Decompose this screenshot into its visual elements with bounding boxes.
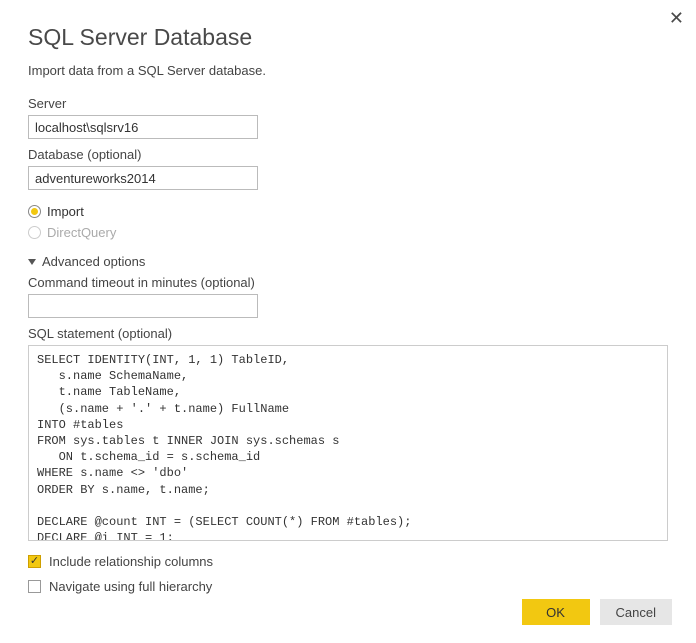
server-label: Server <box>28 96 668 111</box>
close-icon[interactable]: ✕ <box>669 8 684 29</box>
sql-statement-label: SQL statement (optional) <box>28 326 668 341</box>
timeout-label: Command timeout in minutes (optional) <box>28 275 668 290</box>
directquery-radio-label: DirectQuery <box>47 225 116 240</box>
ok-button[interactable]: OK <box>522 599 590 625</box>
directquery-radio[interactable]: DirectQuery <box>28 225 668 240</box>
cancel-button[interactable]: Cancel <box>600 599 672 625</box>
advanced-options-label: Advanced options <box>42 254 145 269</box>
connectivity-mode-group: Import DirectQuery <box>28 204 668 240</box>
import-radio-label: Import <box>47 204 84 219</box>
sql-statement-input[interactable] <box>28 345 668 541</box>
sql-server-dialog: ✕ SQL Server Database Import data from a… <box>0 0 696 618</box>
radio-unselected-icon <box>28 226 41 239</box>
timeout-input[interactable] <box>28 294 258 318</box>
dialog-title: SQL Server Database <box>28 24 668 51</box>
checkbox-unchecked-icon <box>28 580 41 593</box>
database-input[interactable] <box>28 166 258 190</box>
include-relationship-checkbox[interactable]: ✓ Include relationship columns <box>28 554 668 569</box>
include-relationship-label: Include relationship columns <box>49 554 213 569</box>
advanced-options-toggle[interactable]: Advanced options <box>28 254 668 269</box>
server-input[interactable] <box>28 115 258 139</box>
dialog-buttons: OK Cancel <box>522 599 672 625</box>
database-label: Database (optional) <box>28 147 668 162</box>
navigate-hierarchy-label: Navigate using full hierarchy <box>49 579 212 594</box>
checkbox-checked-icon: ✓ <box>28 555 41 568</box>
navigate-hierarchy-checkbox[interactable]: Navigate using full hierarchy <box>28 579 668 594</box>
import-radio[interactable]: Import <box>28 204 668 219</box>
radio-selected-icon <box>28 205 41 218</box>
caret-down-icon <box>28 259 36 265</box>
dialog-subtitle: Import data from a SQL Server database. <box>28 63 668 78</box>
